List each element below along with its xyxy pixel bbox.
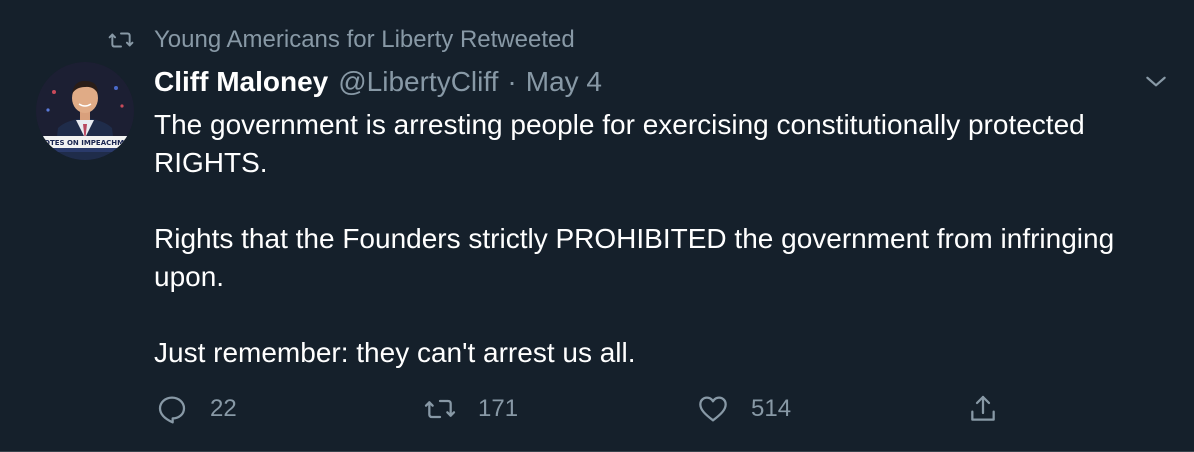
retweet-button[interactable]: 171 [424, 392, 518, 426]
retweet-context-label: Young Americans for Liberty Retweeted [154, 26, 575, 53]
retweet-icon [108, 27, 134, 53]
reply-count: 22 [210, 395, 237, 422]
tweet-date[interactable]: May 4 [526, 64, 602, 100]
chevron-down-icon[interactable] [1143, 68, 1169, 94]
separator: · [507, 66, 517, 97]
avatar[interactable]: OTES ON IMPEACHMENT A [36, 62, 134, 160]
retweet-count: 171 [478, 395, 519, 422]
tweet-paragraph: The government is arresting people for e… [154, 109, 1085, 178]
reply-button[interactable]: 22 [156, 392, 237, 426]
tweet-paragraph: Just remember: they can't arrest us all. [154, 337, 636, 368]
tweet[interactable]: Young Americans for Liberty Retweeted OT… [0, 0, 1194, 452]
share-icon [967, 393, 999, 425]
retweet-icon [424, 393, 456, 425]
handle[interactable]: @LibertyCliff [338, 64, 498, 100]
like-count: 514 [751, 395, 792, 422]
tweet-header: Cliff Maloney @LibertyCliff · May 4 [154, 64, 602, 100]
display-name[interactable]: Cliff Maloney [154, 64, 328, 100]
retweet-context[interactable]: Young Americans for Liberty Retweeted [108, 25, 575, 55]
tweet-text: The government is arresting people for e… [154, 106, 1154, 410]
heart-icon [697, 393, 729, 425]
avatar-caption: OTES ON IMPEACHMENT A [44, 139, 134, 147]
share-button[interactable] [967, 392, 1021, 426]
like-button[interactable]: 514 [697, 392, 791, 426]
tweet-paragraph: Rights that the Founders strictly PROHIB… [154, 223, 1115, 292]
reply-icon [156, 393, 188, 425]
